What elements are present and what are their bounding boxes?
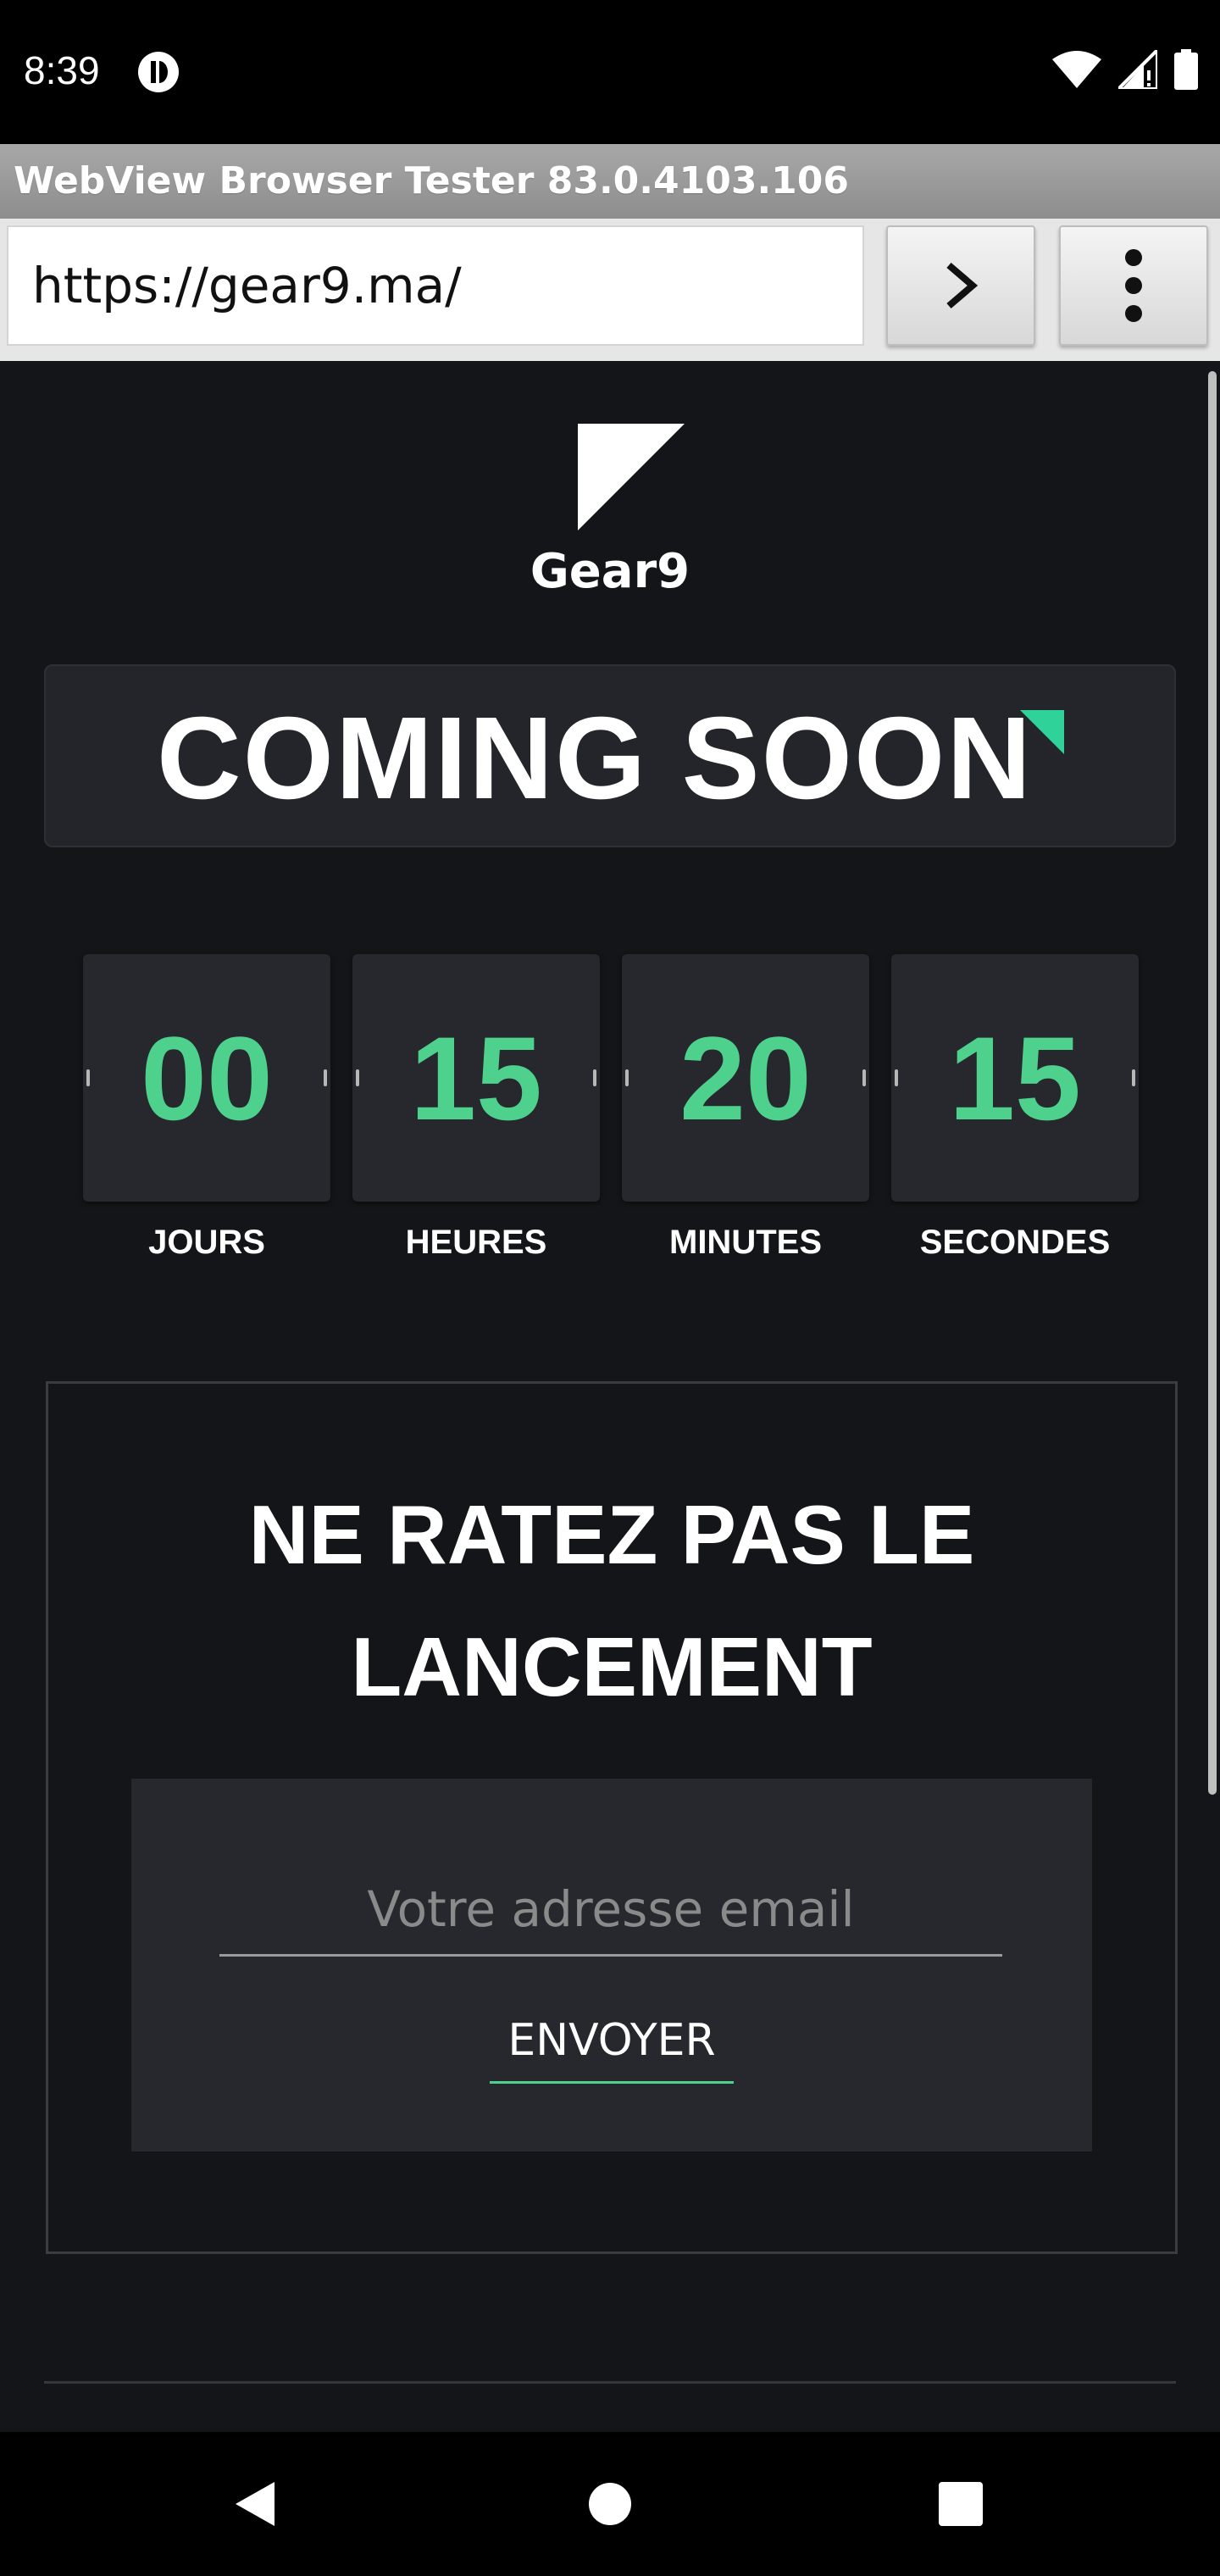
- home-button[interactable]: [576, 2470, 644, 2538]
- countdown-card: 20: [622, 954, 869, 1202]
- chevron-right-icon: [946, 262, 979, 309]
- submit-button[interactable]: ENVOYER: [490, 1999, 734, 2084]
- countdown-label: HEURES: [405, 1224, 547, 1261]
- system-navigation-bar: [0, 2432, 1220, 2576]
- home-circle-icon: [589, 2483, 631, 2525]
- newsletter-title-line1: NE RATEZ PAS LE: [248, 1488, 975, 1581]
- newsletter-title-line2: LANCEMENT: [351, 1620, 873, 1713]
- app-title-bar: WebView Browser Tester 83.0.4103.106: [0, 144, 1220, 219]
- more-vert-icon: [1125, 249, 1142, 322]
- url-toolbar: [0, 219, 1220, 361]
- countdown-timer: 00 JOURS 15 HEURES 20 MINUTES 15 SECONDE…: [0, 954, 1220, 1276]
- status-time: 8:39: [24, 48, 100, 92]
- go-button[interactable]: [886, 225, 1035, 346]
- coming-soon-banner: COMING SOON: [44, 664, 1176, 847]
- newsletter-title: NE RATEZ PAS LE LANCEMENT: [48, 1468, 1175, 1733]
- countdown-minutes: 20 MINUTES: [622, 954, 869, 1262]
- battery-icon: [1174, 49, 1198, 90]
- web-page[interactable]: Gear9 COMING SOON 00 JOURS 15 HEURES 20 …: [0, 361, 1220, 2432]
- footer-divider: [44, 2381, 1176, 2384]
- countdown-card: 00: [83, 954, 330, 1202]
- app-title: WebView Browser Tester 83.0.4103.106: [14, 159, 850, 203]
- overflow-menu-button[interactable]: [1059, 225, 1208, 346]
- countdown-hours: 15 HEURES: [352, 954, 600, 1262]
- countdown-value: 15: [410, 1012, 542, 1145]
- back-button[interactable]: [220, 2470, 288, 2538]
- countdown-label: MINUTES: [669, 1224, 822, 1261]
- countdown-label: JOURS: [148, 1224, 265, 1261]
- email-input[interactable]: [219, 1863, 1002, 1957]
- back-triangle-icon: [236, 2482, 274, 2526]
- countdown-value: 20: [679, 1012, 812, 1145]
- countdown-seconds: 15 SECONDES: [891, 954, 1139, 1262]
- status-icons: [1052, 49, 1198, 90]
- url-input[interactable]: [7, 225, 864, 346]
- status-bar: 8:39: [0, 0, 1220, 144]
- newsletter-section: NE RATEZ PAS LE LANCEMENT ENVOYER: [46, 1381, 1178, 2254]
- wifi-icon: [1052, 51, 1101, 88]
- newsletter-form: ENVOYER: [131, 1779, 1092, 2151]
- cellular-signal-icon: [1118, 50, 1157, 89]
- accent-triangle-icon: [1020, 710, 1064, 754]
- countdown-card: 15: [891, 954, 1139, 1202]
- app-notification-icon: [138, 52, 179, 92]
- brand-name: Gear9: [530, 544, 690, 599]
- countdown-card: 15: [352, 954, 600, 1202]
- countdown-value: 00: [141, 1012, 273, 1145]
- countdown-label: SECONDES: [919, 1224, 1111, 1261]
- countdown-value: 15: [949, 1012, 1081, 1145]
- coming-soon-headline: COMING SOON: [156, 693, 1034, 824]
- recents-button[interactable]: [927, 2470, 995, 2538]
- gear9-logo-icon: [578, 424, 685, 530]
- recents-square-icon: [939, 2482, 983, 2526]
- countdown-days: 00 JOURS: [83, 954, 330, 1262]
